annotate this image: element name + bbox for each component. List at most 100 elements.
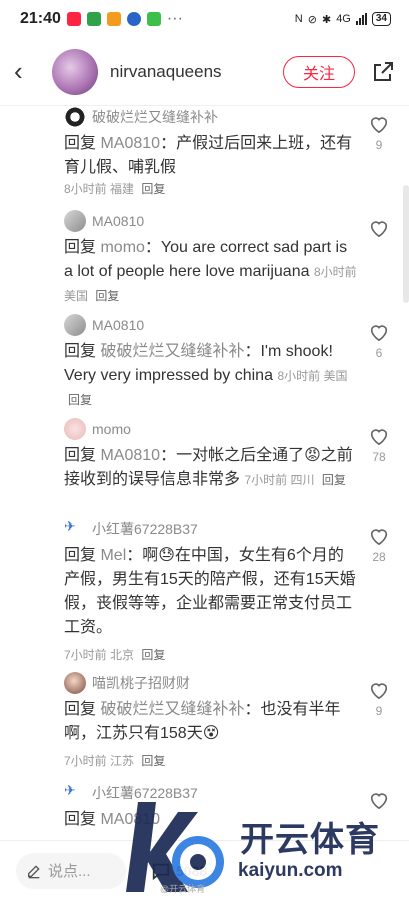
like-count: 78 (372, 450, 386, 464)
comment-meta: 7小时前 江苏 回复 (64, 752, 359, 769)
comment-location: 美国 (64, 289, 89, 303)
reply-word: 回复 (64, 447, 97, 464)
reply-word: 回复 (64, 701, 97, 718)
comment-time: 7小时前 (64, 648, 107, 662)
mention[interactable]: Mel (100, 547, 126, 564)
wechat-icon (146, 12, 161, 26)
mention[interactable]: MA0810 (100, 135, 160, 152)
comment-meta: 8小时前 福建 回复 (64, 180, 359, 197)
reply-button[interactable]: 回复 (95, 289, 119, 303)
comment-location: 北京 (110, 648, 135, 662)
comment-item[interactable]: MA0810 回复 momo：You are correct sad part … (0, 210, 409, 314)
comment-input[interactable]: 说点... (16, 852, 126, 889)
reply-button[interactable]: 回复 (141, 182, 165, 196)
comment-text: 回复 MA0810：一对帐之后全通了😡之前接收到的误导信息非常多 7小时前 四川… (64, 444, 359, 492)
commenter-avatar[interactable] (64, 106, 86, 128)
comment-location: 福建 (110, 182, 135, 196)
mention[interactable]: 破破烂烂又缝缝补补 (100, 701, 244, 718)
mention[interactable]: MA0810 (100, 447, 160, 464)
like-count: 28 (372, 550, 386, 564)
heart-icon (370, 429, 388, 446)
status-bar: 21:40 ··· N ⊘ ✱ 4G 34 (0, 0, 409, 38)
nav-bar: ‹ nirvanaqueens 关注 (0, 38, 409, 106)
comment-location: 四川 (290, 473, 315, 487)
app-icon-blue (126, 12, 141, 26)
status-time: 21:40 (20, 10, 61, 27)
author-avatar[interactable] (52, 48, 98, 95)
reply-word: 回复 (64, 135, 97, 152)
watermark-url: kaiyun.com (238, 860, 343, 881)
comment-meta: 7小时前 北京 回复 (64, 646, 359, 663)
heart-icon (370, 117, 388, 134)
back-arrow-icon[interactable]: ‹ (14, 56, 36, 87)
comment-input-placeholder: 说点... (48, 863, 91, 880)
mention[interactable]: 破破烂烂又缝缝补补 (100, 343, 244, 360)
like-button[interactable] (367, 218, 391, 242)
comment-location: 江苏 (110, 754, 135, 768)
reply-button[interactable]: 回复 (322, 473, 346, 487)
weibo-watermark: @开云体育 (160, 884, 206, 894)
share-icon[interactable] (371, 60, 395, 84)
like-count: 6 (375, 346, 383, 360)
comment-item[interactable]: momo 回复 MA0810：一对帐之后全通了😡之前接收到的误导信息非常多 7小… (0, 418, 409, 518)
comment-item[interactable]: MA0810 回复 破破烂烂又缝缝补补：I'm shook! Very very… (0, 314, 409, 418)
like-button[interactable]: 6 (367, 322, 391, 360)
app-icon-green (86, 12, 101, 26)
app-icon-orange (106, 12, 121, 26)
heart-icon (370, 325, 388, 342)
xiaohongshu-app-icon (66, 12, 81, 26)
battery-icon: 34 (371, 12, 391, 26)
network-label: 4G (336, 13, 351, 25)
heart-icon (370, 221, 388, 238)
comment-item[interactable]: 喵凯桃子招财财 回复 破破烂烂又缝缝补补：也没有半年啊，江苏只有158天😵 7小… (0, 672, 409, 782)
reply-word: 回复 (64, 547, 97, 564)
like-button[interactable]: 9 (367, 680, 391, 718)
heart-icon (370, 683, 388, 700)
commenter-name[interactable]: 喵凯桃子招财财 (64, 672, 359, 694)
commenter-avatar[interactable] (64, 418, 86, 440)
signal-icon (355, 13, 367, 25)
commenter-name[interactable]: 破破烂烂又缝缝补补 (64, 106, 359, 128)
commenter-avatar[interactable] (64, 210, 86, 232)
like-count: 9 (375, 704, 383, 718)
more-dots-icon: ··· (166, 10, 183, 27)
reply-button[interactable]: 回复 (68, 393, 92, 407)
commenter-avatar[interactable] (64, 314, 86, 336)
like-button[interactable]: 28 (367, 526, 391, 564)
paper-plane-icon: ✈ (64, 518, 76, 534)
commenter-name[interactable]: 小红薯67228B37 (64, 518, 359, 540)
comment-time: 8小时前 (313, 265, 357, 279)
comment-text: 回复 Mel：啊😓在中国，女生有6个月的产假，男生有15天的陪产假，还有15天婚… (64, 544, 359, 640)
commenter-avatar[interactable]: ✈ (64, 518, 86, 540)
comment-text: 回复 破破烂烂又缝缝补补：也没有半年啊，江苏只有158天😵 (64, 698, 359, 746)
commenter-name[interactable]: MA0810 (64, 210, 359, 232)
commenter-avatar[interactable]: ✈ (64, 782, 86, 804)
status-left: 21:40 ··· (20, 10, 183, 28)
commenter-avatar[interactable] (64, 672, 86, 694)
status-right: N ⊘ ✱ 4G 34 (295, 12, 391, 26)
like-button[interactable]: 78 (367, 426, 391, 464)
comment-time: 8小时前 (64, 182, 107, 196)
follow-button[interactable]: 关注 (283, 55, 355, 88)
comment-text: 回复 破破烂烂又缝缝补补：I'm shook! Very very impres… (64, 340, 359, 412)
comment-time: 8小时前 (277, 369, 321, 383)
reply-word: 回复 (64, 343, 97, 360)
reply-button[interactable]: 回复 (141, 754, 165, 768)
like-button[interactable]: 9 (367, 114, 391, 152)
author-username[interactable]: nirvanaqueens (110, 62, 283, 82)
reply-button[interactable]: 回复 (141, 648, 165, 662)
comment-item[interactable]: 破破烂烂又缝缝补补 回复 MA0810：产假过后回来上班，还有育儿假、哺乳假 8… (0, 106, 409, 210)
paper-plane-icon: ✈ (64, 782, 76, 798)
commenter-name[interactable]: MA0810 (64, 314, 359, 336)
comment-location: 美国 (323, 369, 348, 383)
comment-time: 7小时前 (244, 473, 288, 487)
mention[interactable]: momo (100, 239, 144, 256)
commenter-name[interactable]: momo (64, 418, 359, 440)
pencil-icon (28, 864, 40, 878)
comment-item[interactable]: ✈ 小红薯67228B37 回复 Mel：啊😓在中国，女生有6个月的产假，男生有… (0, 518, 409, 672)
watermark-brand: 开云体育 (240, 821, 380, 859)
comment-time: 7小时前 (64, 754, 107, 768)
reply-word: 回复 (64, 811, 97, 828)
comment-list: 破破烂烂又缝缝补补 回复 MA0810：产假过后回来上班，还有育儿假、哺乳假 8… (0, 106, 409, 842)
comment-text: 回复 momo：You are correct sad part is a lo… (64, 236, 359, 308)
